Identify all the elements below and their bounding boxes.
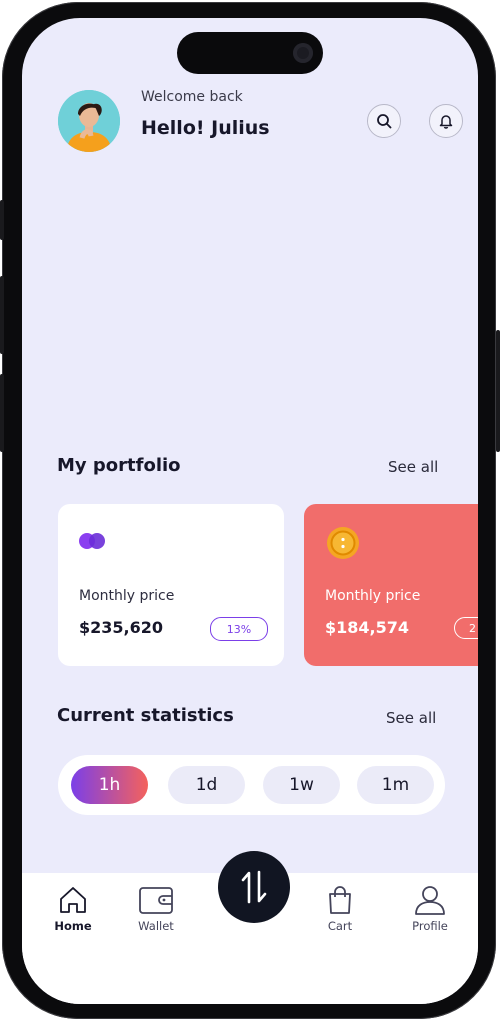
portfolio-see-all-link[interactable]: See all	[388, 458, 438, 476]
wallet-icon	[139, 887, 173, 914]
nav-label: Cart	[327, 919, 353, 933]
camera-icon	[293, 43, 313, 63]
change-badge: 2	[454, 617, 478, 639]
time-range-selector: 1h 1d 1w 1m	[58, 755, 445, 815]
dynamic-island	[177, 32, 323, 74]
range-tab-1d[interactable]: 1d	[168, 766, 245, 804]
nav-item-home[interactable]: Home	[33, 885, 113, 933]
swap-button[interactable]	[218, 851, 290, 923]
bell-icon	[439, 115, 453, 129]
coin-logo-icon	[79, 533, 105, 549]
range-tab-1w[interactable]: 1w	[263, 766, 340, 804]
portfolio-card[interactable]: Monthly price $184,574 2	[304, 504, 478, 666]
portfolio-title: My portfolio	[57, 455, 181, 476]
app-screen: Welcome back Hello! Julius My portfolio …	[22, 18, 478, 1004]
avatar[interactable]	[58, 90, 120, 152]
shopping-bag-icon	[329, 886, 351, 914]
gold-coin-icon	[327, 527, 359, 559]
power-button	[496, 330, 500, 452]
home-icon	[60, 887, 86, 913]
card-price: $235,620	[79, 618, 164, 637]
card-label: Monthly price	[79, 588, 175, 604]
action-button	[0, 200, 4, 240]
search-icon	[377, 114, 392, 129]
user-icon	[415, 886, 445, 915]
avatar-image	[58, 90, 120, 152]
notifications-button[interactable]	[429, 104, 463, 138]
volume-down-button	[0, 374, 4, 452]
search-button[interactable]	[367, 104, 401, 138]
nav-item-wallet[interactable]: Wallet	[116, 885, 196, 933]
nav-item-cart[interactable]: Cart	[300, 885, 380, 933]
portfolio-card[interactable]: Monthly price $235,620 13%	[58, 504, 284, 666]
nav-item-profile[interactable]: Profile	[390, 885, 470, 933]
greeting-title: Hello! Julius	[141, 117, 270, 139]
volume-up-button	[0, 276, 4, 354]
nav-label: Wallet	[138, 919, 174, 933]
range-tab-1m[interactable]: 1m	[357, 766, 434, 804]
nav-label: Home	[54, 919, 92, 933]
statistics-see-all-link[interactable]: See all	[386, 709, 436, 727]
nav-label: Profile	[412, 919, 448, 933]
welcome-text: Welcome back	[141, 89, 243, 105]
card-price: $184,574	[325, 618, 410, 637]
statistics-title: Current statistics	[57, 705, 234, 726]
card-label: Monthly price	[325, 588, 421, 604]
range-tab-1h[interactable]: 1h	[71, 766, 148, 804]
change-badge: 13%	[210, 617, 268, 641]
swap-arrows-icon	[241, 870, 267, 904]
